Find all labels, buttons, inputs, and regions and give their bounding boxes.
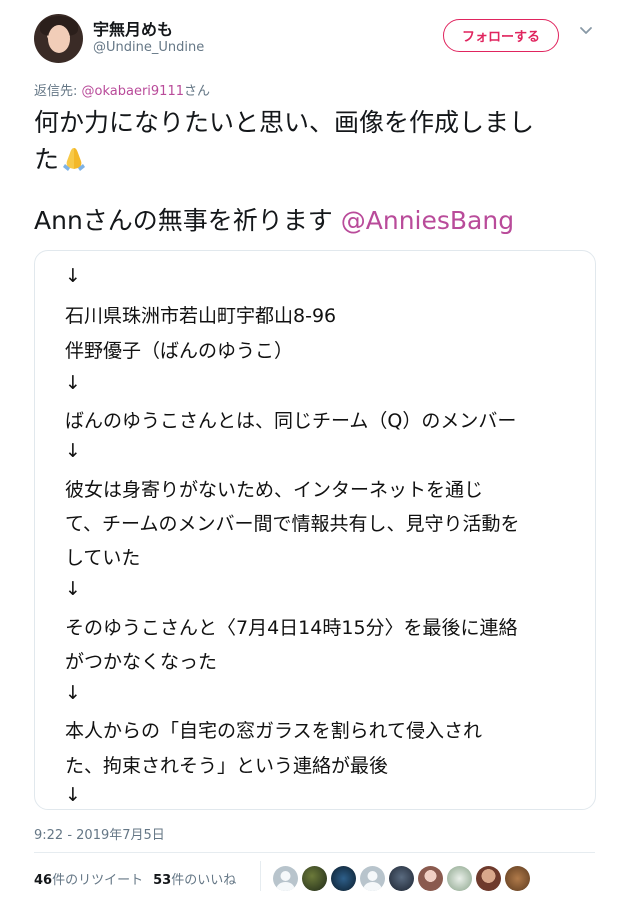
liker-avatar[interactable] — [505, 866, 530, 891]
tweet-text-line-2: た — [34, 142, 89, 177]
reply-suffix: さん — [184, 84, 211, 99]
like-stat[interactable]: 53件のいいね — [153, 873, 236, 888]
liker-avatar[interactable] — [302, 866, 327, 891]
folded-hands-icon — [63, 148, 86, 171]
timestamp[interactable]: 9:22 - 2019年7月5日 — [34, 824, 165, 843]
tweet-text-fragment: た — [34, 145, 60, 174]
attached-image[interactable]: ↓ 石川県珠洲市若山町宇都山8-96 伴野優子（ばんのゆうこ） ↓ ばんのゆうこ… — [34, 250, 596, 810]
retweet-count: 46 — [34, 873, 53, 888]
image-text-line: ↓ — [65, 265, 81, 287]
divider — [34, 852, 595, 853]
divider — [260, 861, 261, 891]
image-text-line: ばんのゆうこさんとは、同じチーム（Q）のメンバー — [65, 410, 517, 432]
retweet-stat[interactable]: 46件のリツイート — [34, 873, 143, 888]
image-text-line: 彼女は身寄りがないため、インターネットを通じ — [65, 479, 484, 501]
engagement-stats: 46件のリツイート 53件のいいね — [34, 869, 236, 888]
image-text-line: た、拘束されそう」という連絡が最後 — [65, 755, 389, 777]
image-text-line: 本人からの「自宅の窓ガラスを割られて侵入され — [65, 720, 483, 742]
image-text-line: ↓ — [65, 578, 81, 600]
avatar[interactable] — [34, 14, 83, 63]
liker-avatar[interactable] — [418, 866, 443, 891]
image-text-line: していた — [65, 547, 141, 569]
liker-avatar[interactable] — [389, 866, 414, 891]
image-text-line: ↓ — [65, 682, 81, 704]
image-text-line: そのゆうこさんと〈7月4日14時15分〉を最後に連絡 — [65, 617, 518, 639]
reply-mention-link[interactable]: @okabaeri9111 — [82, 84, 184, 99]
liker-avatar[interactable] — [476, 866, 501, 891]
liker-avatar[interactable] — [360, 866, 385, 891]
image-text-line: ↓ — [65, 784, 81, 806]
tweet-text-line-3: Annさんの無事を祈ります @AnniesBang — [34, 204, 514, 238]
like-count: 53 — [153, 873, 172, 888]
author-display-name[interactable]: 宇無月めも — [93, 16, 173, 40]
image-text-line: 石川県珠洲市若山町宇都山8-96 — [65, 305, 337, 327]
liker-avatar[interactable] — [331, 866, 356, 891]
retweet-label: 件のリツイート — [52, 873, 144, 888]
reply-to: 返信先: @okabaeri9111さん — [34, 80, 210, 99]
image-text-line: 伴野優子（ばんのゆうこ） — [65, 340, 294, 362]
image-text-line: て、チームのメンバー間で情報共有し、見守り活動を — [65, 513, 520, 535]
reply-prefix: 返信先: — [34, 84, 82, 99]
like-label: 件のいいね — [171, 873, 237, 888]
tweet: 宇無月めも @Undine_Undine フォローする 返信先: @okabae… — [0, 0, 627, 899]
liker-avatar[interactable] — [447, 866, 472, 891]
mention-link[interactable]: @AnniesBang — [341, 206, 514, 235]
tweet-text-fragment: Annさんの無事を祈ります — [34, 206, 341, 235]
image-text-line: がつかなくなった — [65, 651, 218, 673]
tweet-text-line-1: 何か力になりたいと思い、画像を作成しまし — [34, 108, 535, 137]
image-text-line: ↓ — [65, 440, 81, 462]
liker-avatar[interactable] — [273, 866, 298, 891]
author-handle[interactable]: @Undine_Undine — [93, 40, 204, 55]
image-text-line: ↓ — [65, 372, 81, 394]
chevron-down-icon[interactable] — [578, 22, 594, 38]
follow-button[interactable]: フォローする — [443, 19, 559, 52]
